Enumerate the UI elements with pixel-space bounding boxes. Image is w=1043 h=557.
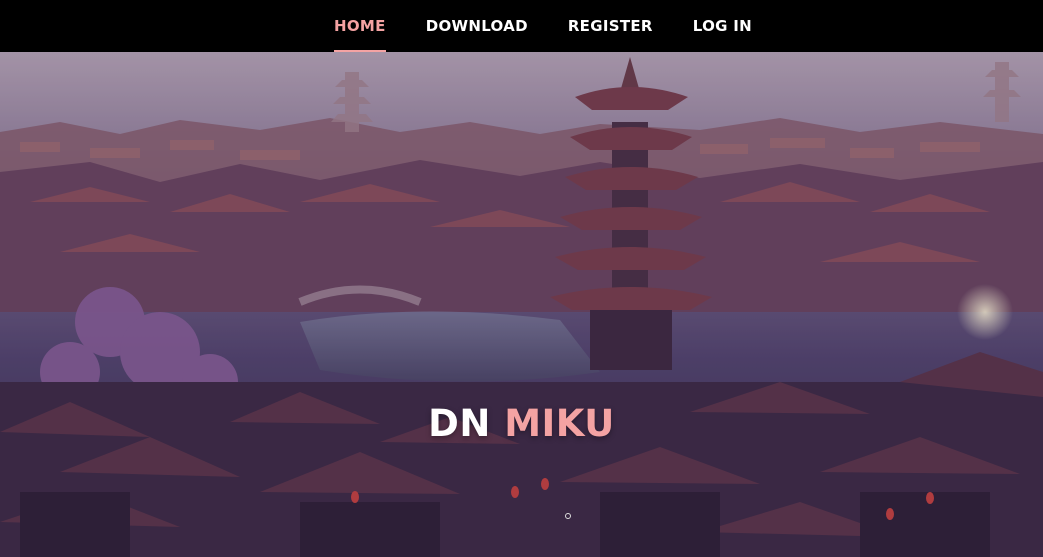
nav-download[interactable]: DOWNLOAD (426, 0, 528, 52)
hero-background-image (0, 52, 1043, 557)
nav-menu: HOME DOWNLOAD REGISTER LOG IN (334, 0, 752, 52)
nav-login[interactable]: LOG IN (693, 0, 752, 52)
hero-title: DN MIKU (0, 402, 1043, 445)
hero-title-part2: MIKU (504, 402, 615, 445)
hero-section: DN MIKU (0, 52, 1043, 557)
nav-register[interactable]: REGISTER (568, 0, 653, 52)
nav-home[interactable]: HOME (334, 0, 386, 52)
scroll-indicator-icon[interactable] (565, 513, 571, 519)
top-navbar: HOME DOWNLOAD REGISTER LOG IN (0, 0, 1043, 52)
hero-title-part1: DN (428, 402, 491, 445)
